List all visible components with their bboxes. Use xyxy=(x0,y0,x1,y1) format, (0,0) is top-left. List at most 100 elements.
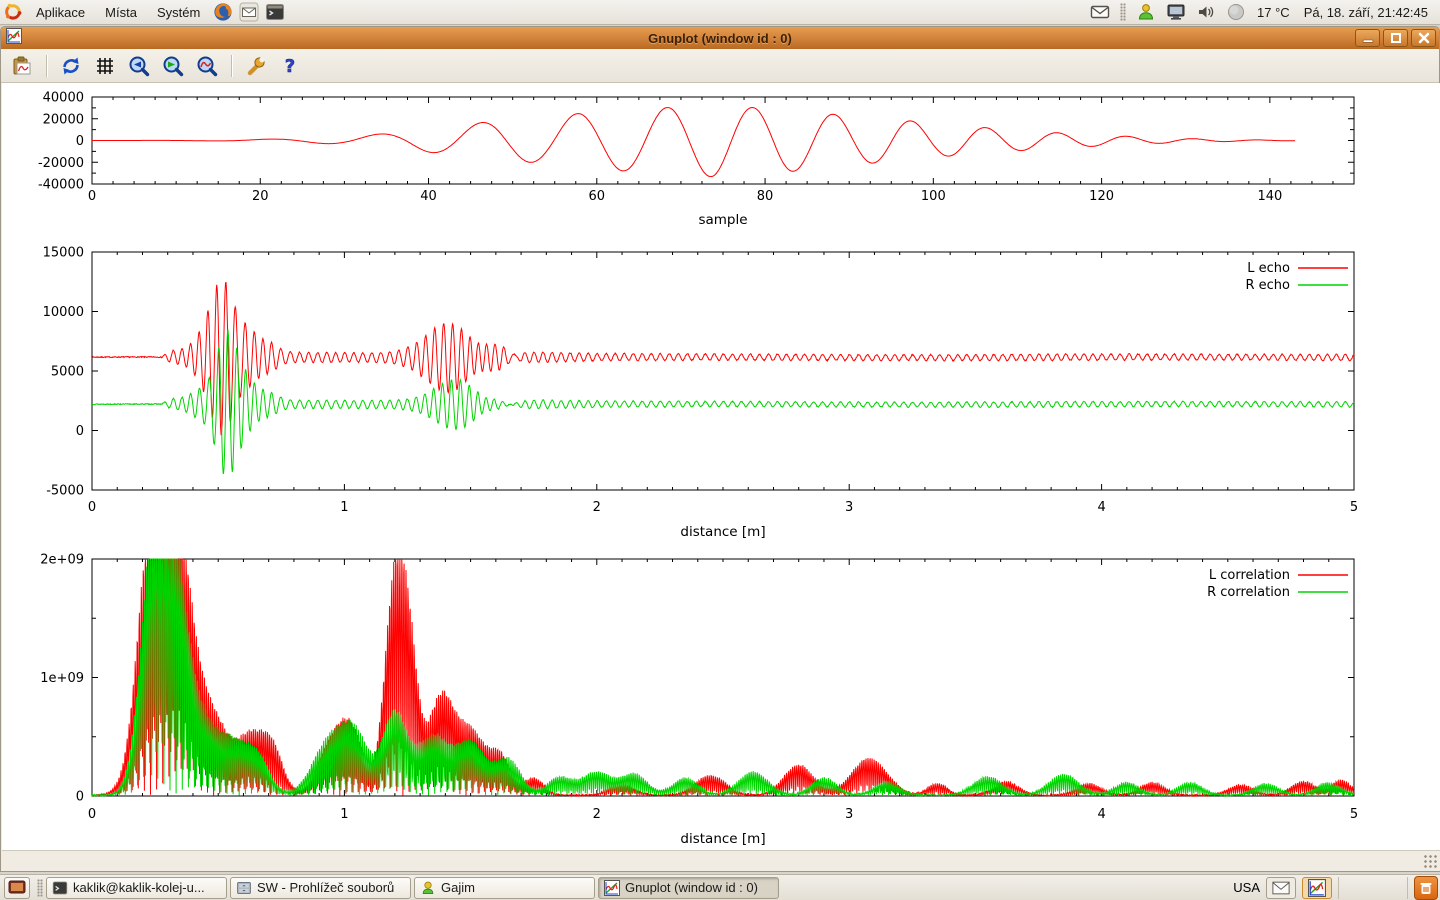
svg-text:60: 60 xyxy=(589,189,606,204)
window-statusbar xyxy=(2,850,1440,871)
file-manager-icon xyxy=(236,880,252,896)
gajim-icon xyxy=(420,880,436,896)
svg-text:4: 4 xyxy=(1097,500,1105,515)
svg-text:80: 80 xyxy=(757,189,774,204)
tray-handle[interactable] xyxy=(1120,3,1126,21)
svg-text:0: 0 xyxy=(88,189,96,204)
grid-icon[interactable] xyxy=(92,53,118,79)
resize-grip[interactable] xyxy=(1423,854,1437,868)
keyboard-layout-indicator[interactable]: USA xyxy=(1233,880,1260,895)
mail-notify-button[interactable] xyxy=(1266,877,1296,899)
maximize-button[interactable] xyxy=(1383,29,1408,47)
svg-text:L correlation: L correlation xyxy=(1209,568,1290,583)
plot-area[interactable]: 02040608010012014040000200000-20000-4000… xyxy=(2,83,1440,851)
titlebar[interactable]: Gnuplot (window id : 0) xyxy=(1,27,1439,49)
close-button[interactable] xyxy=(1411,29,1436,47)
svg-text:0: 0 xyxy=(76,134,84,149)
weather-icon[interactable] xyxy=(1225,1,1247,23)
minimize-button[interactable] xyxy=(1355,29,1380,47)
series-r-correlation xyxy=(92,559,1354,796)
terminal-icon xyxy=(52,880,68,896)
svg-text:20000: 20000 xyxy=(43,112,84,127)
svg-text:-20000: -20000 xyxy=(38,156,84,171)
task-label: Gajim xyxy=(441,880,475,895)
svg-text:0: 0 xyxy=(76,424,84,439)
toolbar: ? xyxy=(1,49,1439,83)
gnuplot-window: Gnuplot (window id : 0) xyxy=(0,26,1440,872)
svg-text:40: 40 xyxy=(420,189,437,204)
svg-text:0: 0 xyxy=(76,790,84,805)
task-label: kaklik@kaklik-kolej-u... xyxy=(73,880,205,895)
terminal-launcher-icon[interactable] xyxy=(264,1,286,23)
charts-svg: 02040608010012014040000200000-20000-4000… xyxy=(2,83,1440,851)
show-desktop-button[interactable] xyxy=(4,877,30,899)
settings-wrench-icon[interactable] xyxy=(243,53,269,79)
tasklist-handle[interactable] xyxy=(37,879,43,897)
svg-text:2: 2 xyxy=(593,500,601,515)
mail-tray-icon[interactable] xyxy=(1089,1,1111,23)
temperature-label: 17 °C xyxy=(1253,5,1294,20)
menu-system[interactable]: Systém xyxy=(147,0,210,25)
refresh-icon[interactable] xyxy=(58,53,84,79)
copy-plot-icon[interactable] xyxy=(9,53,35,79)
window-title: Gnuplot (window id : 0) xyxy=(1,31,1439,46)
toolbar-separator xyxy=(231,55,232,77)
zoom-previous-icon[interactable] xyxy=(126,53,152,79)
svg-text:-5000: -5000 xyxy=(46,484,84,499)
taskbar: kaklik@kaklik-kolej-u... SW - Prohlížeč … xyxy=(0,874,1440,900)
toolbar-separator xyxy=(46,55,47,77)
svg-text:20: 20 xyxy=(252,189,269,204)
svg-text:L echo: L echo xyxy=(1247,261,1290,276)
clock-label[interactable]: Pá, 18. září, 21:42:45 xyxy=(1298,5,1434,20)
series-r-echo xyxy=(92,329,1354,473)
svg-text:0: 0 xyxy=(88,500,96,515)
mail-launcher-icon[interactable] xyxy=(238,1,260,23)
svg-text:40000: 40000 xyxy=(43,91,84,106)
task-label: Gnuplot (window id : 0) xyxy=(625,880,758,895)
chart-1: 0 1 2 3 4 5 15000 10000 5000 0 -5000 distance [m] L … xyxy=(43,246,1359,541)
svg-text:distance [m]: distance [m] xyxy=(680,524,765,540)
taskbar-spacer xyxy=(1338,877,1408,899)
svg-text:140: 140 xyxy=(1257,189,1282,204)
menu-applications[interactable]: Aplikace xyxy=(26,0,95,25)
svg-text:sample: sample xyxy=(698,212,747,228)
svg-text:distance [m]: distance [m] xyxy=(680,831,765,847)
zoom-next-icon[interactable] xyxy=(160,53,186,79)
task-terminal[interactable]: kaklik@kaklik-kolej-u... xyxy=(46,877,227,899)
volume-icon[interactable] xyxy=(1195,1,1217,23)
series-chirp xyxy=(92,108,1295,177)
svg-text:1: 1 xyxy=(340,807,348,822)
task-gajim[interactable]: Gajim xyxy=(414,877,595,899)
svg-text:2e+09: 2e+09 xyxy=(40,553,84,568)
svg-text:120: 120 xyxy=(1089,189,1114,204)
menu-places[interactable]: Místa xyxy=(95,0,147,25)
svg-text:3: 3 xyxy=(845,807,853,822)
series-l-correlation xyxy=(92,559,1354,796)
zoom-reset-icon[interactable] xyxy=(194,53,220,79)
svg-text:5000: 5000 xyxy=(51,365,84,380)
trash-icon[interactable] xyxy=(1414,876,1438,900)
help-icon[interactable]: ? xyxy=(277,53,303,79)
svg-text:15000: 15000 xyxy=(43,246,84,261)
firefox-launcher-icon[interactable] xyxy=(212,1,234,23)
svg-text:R correlation: R correlation xyxy=(1207,585,1290,600)
gnuplot-tray-button[interactable] xyxy=(1302,877,1332,899)
user-switcher-icon[interactable] xyxy=(1135,1,1157,23)
top-panel: Aplikace Místa Systém xyxy=(0,0,1440,25)
svg-text:1e+09: 1e+09 xyxy=(40,671,84,686)
ubuntu-logo-icon[interactable] xyxy=(2,1,24,23)
svg-text:10000: 10000 xyxy=(43,305,84,320)
svg-text:-40000: -40000 xyxy=(38,178,84,193)
svg-text:4: 4 xyxy=(1097,807,1105,822)
svg-text:0: 0 xyxy=(88,807,96,822)
task-gnuplot[interactable]: Gnuplot (window id : 0) xyxy=(598,877,779,899)
gnuplot-window-icon xyxy=(6,28,22,49)
svg-text:3: 3 xyxy=(845,500,853,515)
system-tray: 17 °C Pá, 18. září, 21:42:45 xyxy=(1087,1,1440,23)
svg-text:5: 5 xyxy=(1350,500,1358,515)
svg-text:2: 2 xyxy=(593,807,601,822)
display-icon[interactable] xyxy=(1165,1,1187,23)
task-file-manager[interactable]: SW - Prohlížeč souborů xyxy=(230,877,411,899)
chart-0: 02040608010012014040000200000-20000-4000… xyxy=(38,91,1354,229)
svg-text:1: 1 xyxy=(340,500,348,515)
